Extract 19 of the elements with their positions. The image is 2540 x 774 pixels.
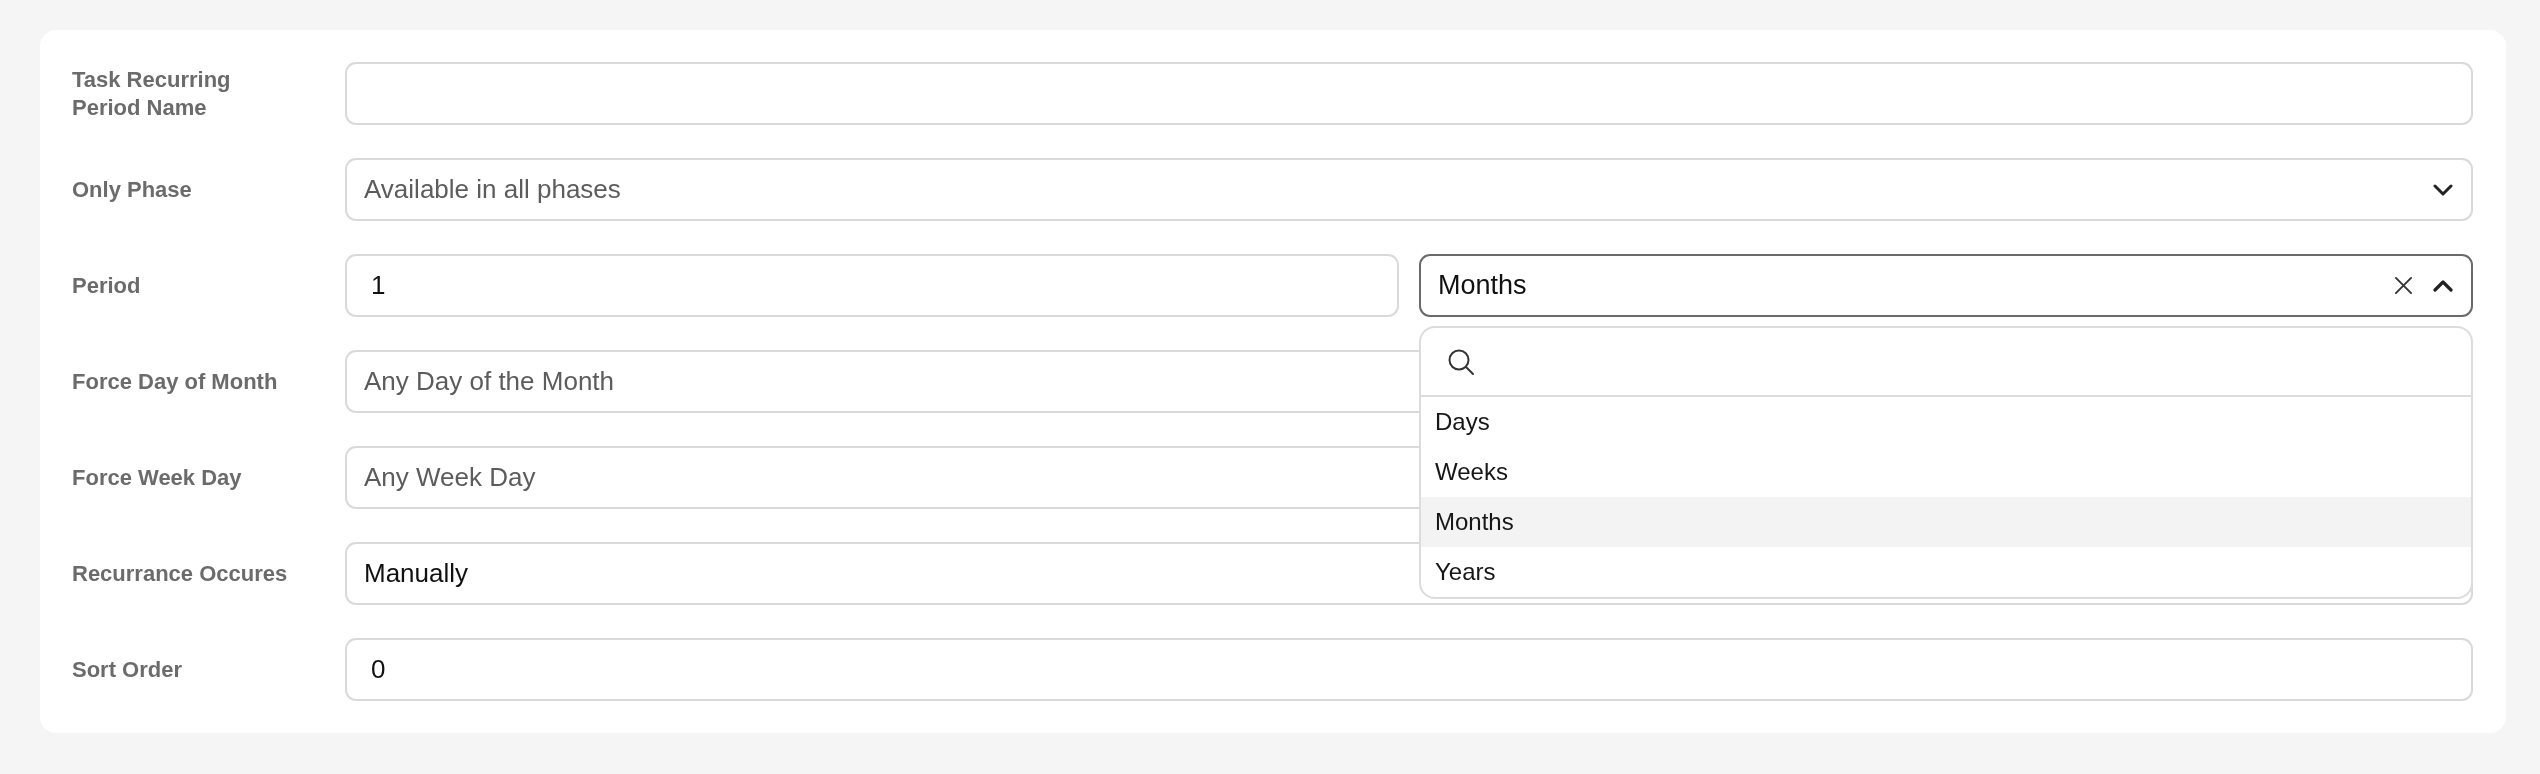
dropdown-option[interactable]: Weeks xyxy=(1421,447,2471,497)
field-label: Sort Order xyxy=(72,655,184,684)
select-field[interactable]: Available in all phases xyxy=(345,158,2473,221)
field-label: Period xyxy=(72,271,142,300)
select-field[interactable]: Months xyxy=(1419,254,2473,317)
dropdown-option[interactable]: Years xyxy=(1421,547,2471,597)
dropdown-option[interactable]: Months xyxy=(1421,497,2471,547)
text-field[interactable]: 1 xyxy=(345,254,1399,317)
text-field[interactable] xyxy=(345,62,2473,125)
close-icon[interactable] xyxy=(2394,276,2413,295)
chevron-down-icon[interactable] xyxy=(2433,183,2453,196)
field-label: Recurrance Occures xyxy=(72,559,289,588)
search-icon[interactable] xyxy=(1447,347,1475,376)
text-field[interactable]: 0 xyxy=(345,638,2473,701)
field-label: Force Week Day xyxy=(72,463,243,492)
field-label: Task Recurring Period Name xyxy=(72,65,232,122)
field-label: Only Phase xyxy=(72,175,193,204)
field-label: Force Day of Month xyxy=(72,367,279,396)
chevron-up-icon[interactable] xyxy=(2433,279,2453,292)
